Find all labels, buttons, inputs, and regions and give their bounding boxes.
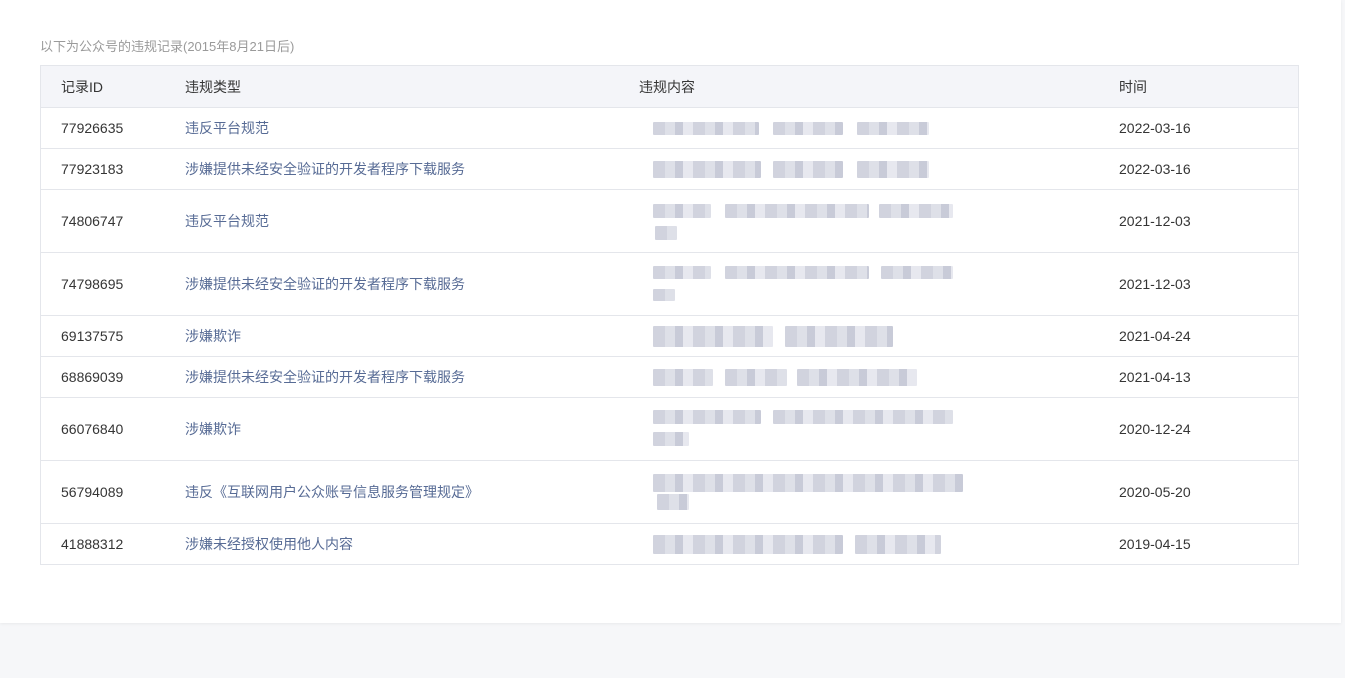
violation-content-redacted	[639, 461, 1119, 523]
violation-time: 2021-12-03	[1119, 276, 1191, 292]
record-id: 74798695	[61, 276, 124, 292]
violation-content-redacted	[639, 253, 1119, 315]
violation-content-redacted	[639, 524, 1119, 564]
record-id: 68869039	[61, 369, 124, 385]
table-row: 69137575 涉嫌欺诈 2021-04-24	[41, 315, 1298, 356]
violation-type-link[interactable]: 涉嫌提供未经安全验证的开发者程序下载服务	[185, 367, 639, 387]
violation-time: 2019-04-15	[1119, 536, 1191, 552]
violation-type-link[interactable]: 涉嫌欺诈	[185, 419, 639, 439]
table-row: 74806747 违反平台规范 2021-12-03	[41, 189, 1298, 252]
record-id: 56794089	[61, 484, 124, 500]
violation-type-link[interactable]: 违反平台规范	[185, 211, 639, 231]
violation-content-redacted	[639, 357, 1119, 397]
header-violation-type: 违规类型	[185, 78, 241, 95]
record-id: 69137575	[61, 328, 124, 344]
header-time: 时间	[1119, 78, 1147, 95]
violation-type-link[interactable]: 涉嫌提供未经安全验证的开发者程序下载服务	[185, 159, 639, 179]
record-id: 77923183	[61, 161, 124, 177]
violation-time: 2020-12-24	[1119, 421, 1191, 437]
violation-table: 记录ID 违规类型 违规内容 时间 77926635 违反平台规范 2022-0…	[40, 65, 1299, 565]
violation-content-redacted	[639, 149, 1119, 189]
record-id: 77926635	[61, 120, 124, 136]
violation-content-redacted	[639, 316, 1119, 356]
violation-type-link[interactable]: 涉嫌未经授权使用他人内容	[185, 534, 639, 554]
violation-content-redacted	[639, 190, 1119, 252]
violation-type-link[interactable]: 涉嫌提供未经安全验证的开发者程序下载服务	[185, 274, 639, 294]
violation-time: 2022-03-16	[1119, 161, 1191, 177]
table-row: 56794089 违反《互联网用户公众账号信息服务管理规定》 2020-05-2…	[41, 460, 1298, 523]
header-record-id: 记录ID	[61, 78, 103, 95]
violation-time: 2021-04-13	[1119, 369, 1191, 385]
violation-time: 2022-03-16	[1119, 120, 1191, 136]
table-row: 74798695 涉嫌提供未经安全验证的开发者程序下载服务 2021-12-03	[41, 252, 1298, 315]
violation-records-panel: 以下为公众号的违规记录(2015年8月21日后) 记录ID 违规类型 违规内容 …	[0, 0, 1341, 623]
violation-time: 2021-12-03	[1119, 213, 1191, 229]
table-row: 77926635 违反平台规范 2022-03-16	[41, 107, 1298, 148]
record-id: 66076840	[61, 421, 124, 437]
table-row: 77923183 涉嫌提供未经安全验证的开发者程序下载服务 2022-03-16	[41, 148, 1298, 189]
table-row: 66076840 涉嫌欺诈 2020-12-24	[41, 397, 1298, 460]
violation-time: 2021-04-24	[1119, 328, 1191, 344]
record-id: 41888312	[61, 536, 124, 552]
notice-text: 以下为公众号的违规记录(2015年8月21日后)	[40, 39, 295, 54]
violation-time: 2020-05-20	[1119, 484, 1191, 500]
header-violation-content: 违规内容	[639, 78, 695, 95]
table-header-row: 记录ID 违规类型 违规内容 时间	[41, 66, 1298, 107]
violation-type-link[interactable]: 违反平台规范	[185, 118, 639, 138]
violation-content-redacted	[639, 108, 1119, 148]
record-id: 74806747	[61, 213, 124, 229]
table-row: 41888312 涉嫌未经授权使用他人内容 2019-04-15	[41, 523, 1298, 564]
violation-content-redacted	[639, 398, 1119, 460]
table-row: 68869039 涉嫌提供未经安全验证的开发者程序下载服务 2021-04-13	[41, 356, 1298, 397]
violation-type-link[interactable]: 违反《互联网用户公众账号信息服务管理规定》	[185, 482, 639, 502]
violation-type-link[interactable]: 涉嫌欺诈	[185, 326, 639, 346]
